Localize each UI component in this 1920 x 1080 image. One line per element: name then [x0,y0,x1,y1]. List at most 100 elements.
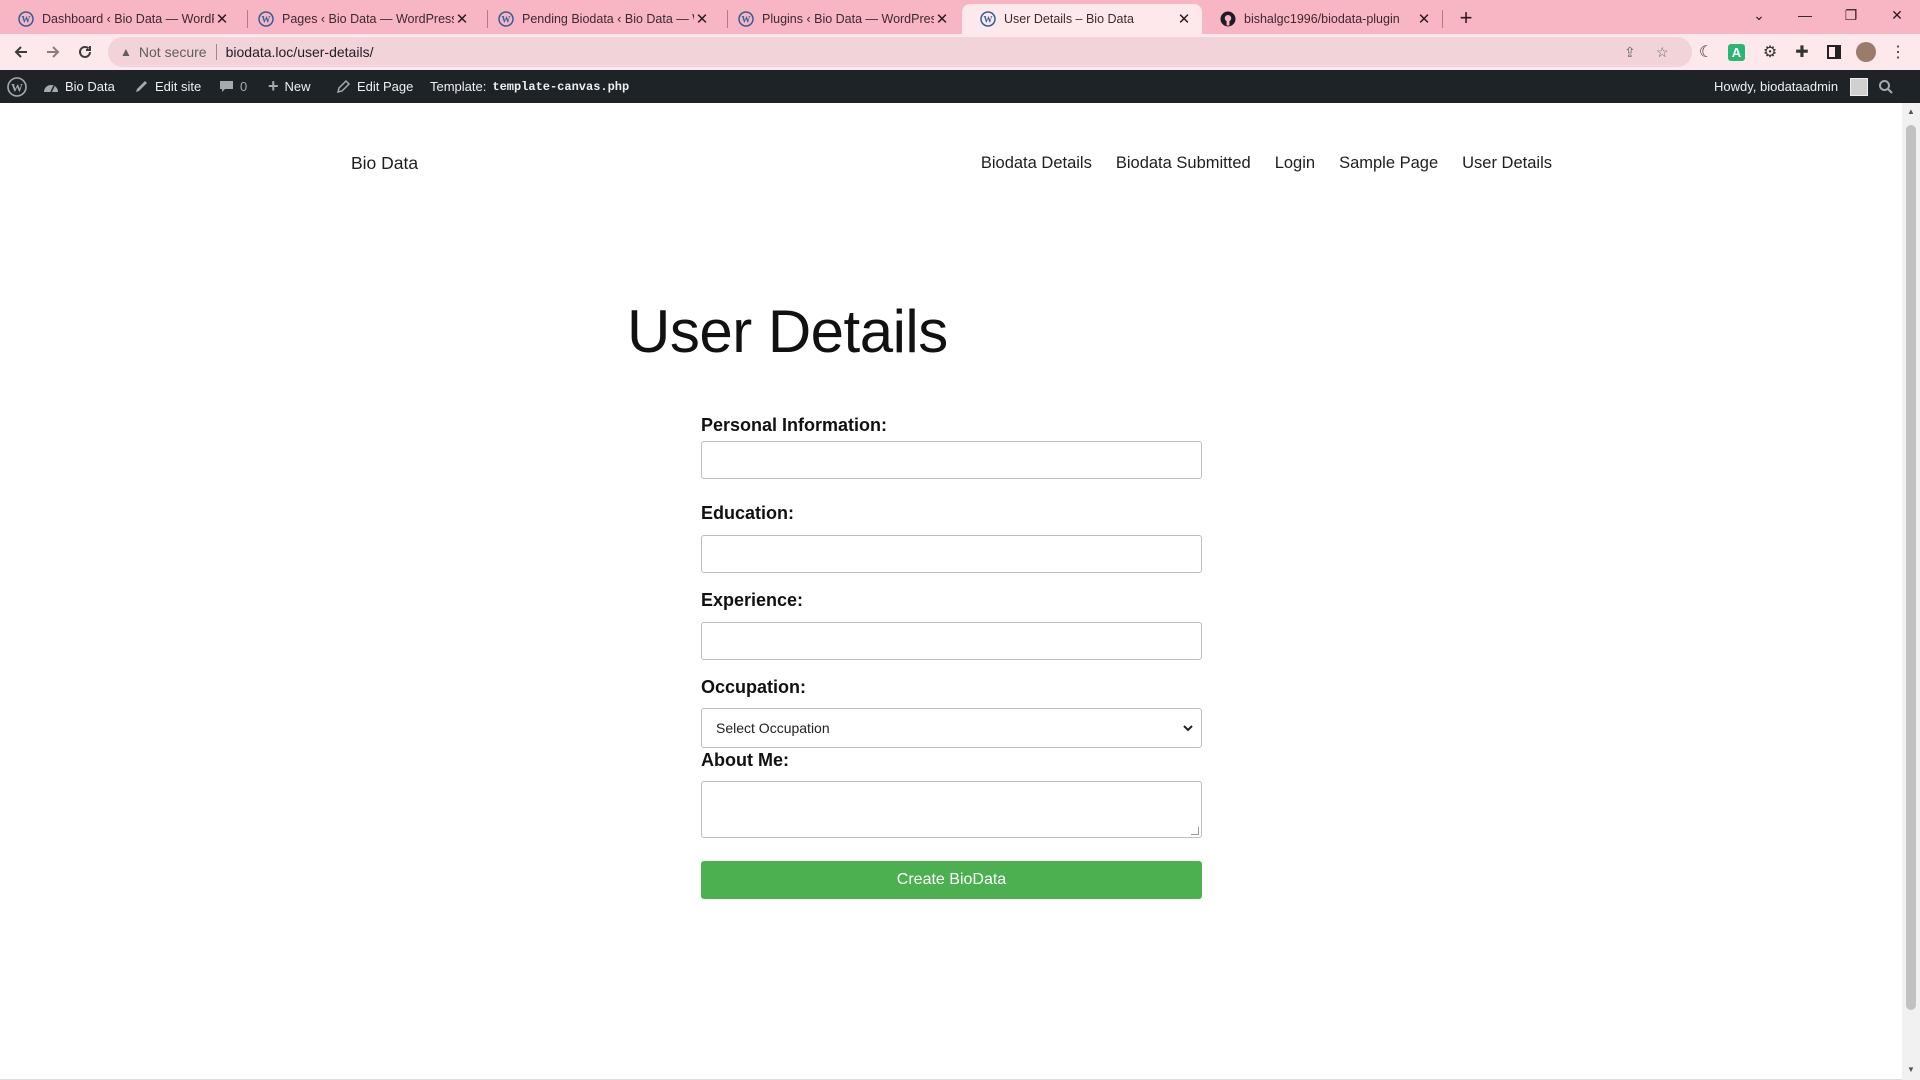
close-icon[interactable]: ✕ [1416,11,1432,28]
nav-biodata-details[interactable]: Biodata Details [981,154,1092,173]
share-icon[interactable]: ⇪ [1624,37,1636,67]
new-content-menu[interactable]: + New [268,70,311,103]
personal-info-label: Personal Information: [701,415,888,435]
bookmark-star-icon[interactable]: ☆ [1656,37,1669,67]
education-label-visible: Education: [701,503,794,523]
search-icon [1879,79,1893,94]
biodata-form: Personal Information: Education: [701,415,1202,479]
url-text: biodata.loc/user-details/ [225,44,374,60]
comments-count: 0 [240,79,248,94]
extension-a-icon[interactable]: A [1728,44,1745,61]
tab-plugins[interactable]: W Plugins ‹ Bio Data — WordPress ✕ [720,4,960,34]
howdy-label: Howdy, biodataadmin [1714,79,1839,94]
occupation-label: Occupation: [701,677,807,697]
edit-page-label: Edit Page [357,79,414,94]
tab-dashboard[interactable]: W Dashboard ‹ Bio Data — WordPress ✕ [0,4,240,34]
address-separator [215,44,217,60]
close-icon[interactable]: ✕ [454,11,470,28]
wp-admin-bar: W Bio Data Edit site 0 + New Edit Page T… [0,70,1920,103]
wordpress-icon: W [738,11,754,27]
page-scrollbar[interactable]: ▲ ▼ [1902,103,1920,1080]
tab-search-icon[interactable]: ⌄ [1736,0,1782,30]
extension-gear-icon[interactable]: ⚙ [1760,42,1780,62]
tab-github[interactable]: bishalgc1996/biodata-plugin ✕ [1202,4,1442,34]
arrow-right-icon [47,46,60,58]
template-file: template-canvas.php [492,79,630,94]
brush-icon [133,79,149,95]
tab-pending-biodata[interactable]: W Pending Biodata ‹ Bio Data — WordPress… [480,4,720,34]
extensions-puzzle-icon[interactable]: ✚ [1792,42,1812,62]
user-avatar-icon [1850,77,1869,96]
wordpress-icon: W [258,11,274,27]
close-icon[interactable]: ✕ [694,11,710,28]
close-icon[interactable]: ✕ [1176,11,1192,28]
occupation-select[interactable]: Select Occupation [701,708,1202,748]
edit-page-link[interactable]: Edit Page [336,70,413,103]
tab-title: Pending Biodata ‹ Bio Data — WordPress [522,12,694,26]
address-bar[interactable]: ▲ Not secure biodata.loc/user-details/ ⇪… [108,37,1692,67]
about-me-textarea[interactable] [701,781,1202,838]
new-tab-button[interactable]: + [1452,4,1480,32]
template-info: Template: template-canvas.php [430,70,629,103]
create-biodata-button[interactable]: Create BioData [701,861,1202,899]
education-field-group: Education: [701,503,794,524]
nav-login[interactable]: Login [1275,154,1315,173]
nav-user-details[interactable]: User Details [1462,154,1552,173]
back-button[interactable] [8,39,34,65]
warning-icon: ▲ [120,45,132,59]
tab-pages[interactable]: W Pages ‹ Bio Data — WordPress ✕ [240,4,480,34]
browser-toolbar: ▲ Not secure biodata.loc/user-details/ ⇪… [0,34,1920,70]
minimize-button[interactable]: — [1782,0,1828,30]
side-panel-icon[interactable] [1824,42,1844,62]
dashboard-icon [43,80,59,94]
personal-info-input[interactable] [701,441,1202,479]
arrow-left-icon [14,46,27,58]
side-panel-glyph [1827,45,1841,59]
experience-label: Experience: [701,590,804,610]
scroll-down-icon[interactable]: ▼ [1906,1065,1916,1075]
forward-button[interactable] [40,39,66,65]
occupation-field-group: Occupation: [701,677,806,698]
adminbar-search[interactable] [1878,70,1894,103]
my-account-menu[interactable]: Howdy, biodataadmin [1714,70,1869,103]
window-close-button[interactable]: ✕ [1874,0,1920,30]
experience-input[interactable] [701,622,1202,660]
close-icon[interactable]: ✕ [214,11,230,28]
tab-title: Plugins ‹ Bio Data — WordPress [762,12,934,26]
menu-kebab-icon[interactable]: ⋮ [1888,42,1908,62]
site-name-label: Bio Data [65,79,115,94]
comment-icon [219,79,234,94]
nav-sample-page[interactable]: Sample Page [1339,154,1438,173]
about-me-label: About Me: [701,750,789,770]
security-label: Not secure [138,44,207,60]
tab-user-details[interactable]: W User Details – Bio Data ✕ [962,4,1202,34]
wp-logo-menu[interactable]: W [7,70,27,103]
site-name-menu[interactable]: Bio Data [43,70,115,103]
svg-text:W: W [262,15,271,25]
chevron-down-icon [1183,725,1193,732]
profile-avatar[interactable] [1856,42,1876,62]
template-label: Template: [430,79,487,94]
wordpress-icon: W [498,11,514,27]
scrollbar-thumb[interactable] [1906,125,1916,1010]
svg-text:W: W [11,80,23,94]
reload-button[interactable] [72,39,98,65]
page-content: Bio Data Biodata Details Biodata Submitt… [0,103,1902,1080]
svg-text:W: W [984,15,993,25]
close-icon[interactable]: ✕ [934,11,950,28]
tab-separator [1442,10,1443,28]
site-title[interactable]: Bio Data [351,153,418,174]
resize-handle-icon[interactable] [1191,827,1199,835]
site-navigation: Biodata Details Biodata Submitted Login … [981,154,1552,173]
wordpress-icon: W [18,11,34,27]
restore-button[interactable]: ❐ [1828,0,1874,30]
nav-biodata-submitted[interactable]: Biodata Submitted [1116,154,1251,173]
education-input[interactable] [701,535,1202,573]
edit-site-link[interactable]: Edit site [133,70,201,103]
tab-title: Dashboard ‹ Bio Data — WordPress [42,12,214,26]
extension-c-icon[interactable]: ☾ [1696,42,1716,62]
tab-title: Pages ‹ Bio Data — WordPress [282,12,454,26]
comments-link[interactable]: 0 [219,70,247,103]
scroll-up-icon[interactable]: ▲ [1906,107,1916,117]
svg-text:W: W [742,15,751,25]
